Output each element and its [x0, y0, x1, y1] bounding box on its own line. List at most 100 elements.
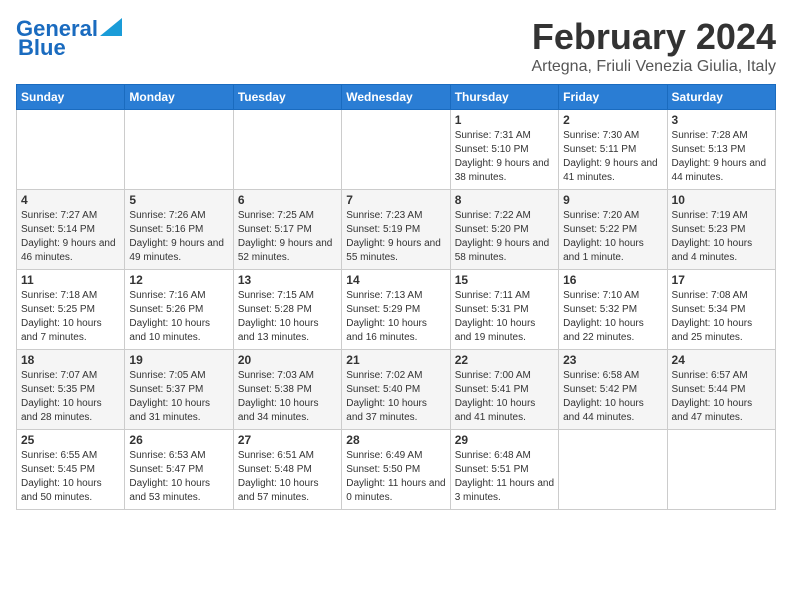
location-subtitle: Artegna, Friuli Venezia Giulia, Italy — [531, 58, 776, 76]
day-content: Sunrise: 7:18 AM Sunset: 5:25 PM Dayligh… — [21, 289, 120, 345]
day-content: Sunrise: 6:58 AM Sunset: 5:42 PM Dayligh… — [563, 369, 662, 425]
day-content: Sunrise: 7:22 AM Sunset: 5:20 PM Dayligh… — [455, 209, 554, 265]
day-number: 14 — [346, 273, 445, 287]
calendar-cell: 20 Sunrise: 7:03 AM Sunset: 5:38 PM Dayli… — [233, 350, 341, 430]
day-number: 13 — [238, 273, 337, 287]
day-content: Sunrise: 7:16 AM Sunset: 5:26 PM Dayligh… — [129, 289, 228, 345]
calendar-cell: 13 Sunrise: 7:15 AM Sunset: 5:28 PM Dayli… — [233, 270, 341, 350]
calendar-body: 1 Sunrise: 7:31 AM Sunset: 5:10 PM Daylig… — [17, 110, 776, 510]
calendar-cell: 24Sunrise: 6:57 AM Sunset: 5:44 PM Dayli… — [667, 350, 775, 430]
day-content: Sunrise: 6:51 AM Sunset: 5:48 PM Dayligh… — [238, 449, 337, 505]
calendar-cell: 4Sunrise: 7:27 AM Sunset: 5:14 PM Daylig… — [17, 190, 125, 270]
day-content: Sunrise: 6:53 AM Sunset: 5:47 PM Dayligh… — [129, 449, 228, 505]
day-content: Sunrise: 7:08 AM Sunset: 5:34 PM Dayligh… — [672, 289, 771, 345]
calendar-cell: 19Sunrise: 7:05 AM Sunset: 5:37 PM Dayli… — [125, 350, 233, 430]
calendar-cell — [17, 110, 125, 190]
day-content: Sunrise: 6:49 AM Sunset: 5:50 PM Dayligh… — [346, 449, 445, 505]
day-content: Sunrise: 6:55 AM Sunset: 5:45 PM Dayligh… — [21, 449, 120, 505]
day-number: 3 — [672, 113, 771, 127]
day-number: 23 — [563, 353, 662, 367]
calendar-week-1: 1 Sunrise: 7:31 AM Sunset: 5:10 PM Daylig… — [17, 110, 776, 190]
day-content: Sunrise: 7:23 AM Sunset: 5:19 PM Dayligh… — [346, 209, 445, 265]
calendar-cell: 5Sunrise: 7:26 AM Sunset: 5:16 PM Daylig… — [125, 190, 233, 270]
day-number: 22 — [455, 353, 554, 367]
calendar-cell: 25 Sunrise: 6:55 AM Sunset: 5:45 PM Dayli… — [17, 430, 125, 510]
calendar-week-4: 18 Sunrise: 7:07 AM Sunset: 5:35 PM Dayli… — [17, 350, 776, 430]
day-number: 17 — [672, 273, 771, 287]
calendar-cell — [342, 110, 450, 190]
day-number: 25 — [21, 433, 120, 447]
calendar-cell: 14Sunrise: 7:13 AM Sunset: 5:29 PM Dayli… — [342, 270, 450, 350]
calendar-cell: 11 Sunrise: 7:18 AM Sunset: 5:25 PM Dayli… — [17, 270, 125, 350]
calendar-cell: 27 Sunrise: 6:51 AM Sunset: 5:48 PM Dayli… — [233, 430, 341, 510]
day-number: 1 — [455, 113, 554, 127]
calendar-cell: 21 Sunrise: 7:02 AM Sunset: 5:40 PM Dayli… — [342, 350, 450, 430]
day-content: Sunrise: 7:02 AM Sunset: 5:40 PM Dayligh… — [346, 369, 445, 425]
calendar-cell: 8 Sunrise: 7:22 AM Sunset: 5:20 PM Daylig… — [450, 190, 558, 270]
day-content: Sunrise: 6:48 AM Sunset: 5:51 PM Dayligh… — [455, 449, 554, 505]
logo: General Blue — [16, 16, 122, 60]
calendar-cell: 9 Sunrise: 7:20 AM Sunset: 5:22 PM Daylig… — [559, 190, 667, 270]
day-number: 28 — [346, 433, 445, 447]
page-header: General Blue February 2024 Artegna, Friu… — [16, 16, 776, 76]
day-content: Sunrise: 7:00 AM Sunset: 5:41 PM Dayligh… — [455, 369, 554, 425]
day-number: 18 — [21, 353, 120, 367]
calendar-cell: 16 Sunrise: 7:10 AM Sunset: 5:32 PM Dayli… — [559, 270, 667, 350]
calendar-cell: 22 Sunrise: 7:00 AM Sunset: 5:41 PM Dayli… — [450, 350, 558, 430]
logo-arrow-icon — [100, 18, 122, 36]
day-number: 19 — [129, 353, 228, 367]
day-content: Sunrise: 7:03 AM Sunset: 5:38 PM Dayligh… — [238, 369, 337, 425]
day-number: 20 — [238, 353, 337, 367]
weekday-header-friday: Friday — [559, 85, 667, 110]
logo-text-blue: Blue — [18, 35, 66, 60]
weekday-header-tuesday: Tuesday — [233, 85, 341, 110]
month-year-title: February 2024 — [531, 16, 776, 58]
day-number: 8 — [455, 193, 554, 207]
calendar-cell: 23 Sunrise: 6:58 AM Sunset: 5:42 PM Dayli… — [559, 350, 667, 430]
day-number: 16 — [563, 273, 662, 287]
calendar-table: SundayMondayTuesdayWednesdayThursdayFrid… — [16, 84, 776, 510]
calendar-cell: 28 Sunrise: 6:49 AM Sunset: 5:50 PM Dayli… — [342, 430, 450, 510]
day-number: 6 — [238, 193, 337, 207]
day-content: Sunrise: 7:31 AM Sunset: 5:10 PM Dayligh… — [455, 129, 554, 185]
day-number: 21 — [346, 353, 445, 367]
calendar-week-2: 4Sunrise: 7:27 AM Sunset: 5:14 PM Daylig… — [17, 190, 776, 270]
day-number: 12 — [129, 273, 228, 287]
calendar-cell: 15 Sunrise: 7:11 AM Sunset: 5:31 PM Dayli… — [450, 270, 558, 350]
day-content: Sunrise: 7:28 AM Sunset: 5:13 PM Dayligh… — [672, 129, 771, 185]
calendar-header-row: SundayMondayTuesdayWednesdayThursdayFrid… — [17, 85, 776, 110]
weekday-header-sunday: Sunday — [17, 85, 125, 110]
title-block: February 2024 Artegna, Friuli Venezia Gi… — [531, 16, 776, 76]
day-content: Sunrise: 7:20 AM Sunset: 5:22 PM Dayligh… — [563, 209, 662, 265]
weekday-header-thursday: Thursday — [450, 85, 558, 110]
calendar-cell: 7Sunrise: 7:23 AM Sunset: 5:19 PM Daylig… — [342, 190, 450, 270]
day-number: 4 — [21, 193, 120, 207]
calendar-cell — [125, 110, 233, 190]
day-number: 29 — [455, 433, 554, 447]
day-number: 9 — [563, 193, 662, 207]
day-number: 24 — [672, 353, 771, 367]
calendar-cell — [559, 430, 667, 510]
day-number: 15 — [455, 273, 554, 287]
calendar-week-5: 25 Sunrise: 6:55 AM Sunset: 5:45 PM Dayli… — [17, 430, 776, 510]
calendar-cell: 3 Sunrise: 7:28 AM Sunset: 5:13 PM Daylig… — [667, 110, 775, 190]
day-content: Sunrise: 7:10 AM Sunset: 5:32 PM Dayligh… — [563, 289, 662, 345]
day-content: Sunrise: 7:19 AM Sunset: 5:23 PM Dayligh… — [672, 209, 771, 265]
calendar-cell: 12 Sunrise: 7:16 AM Sunset: 5:26 PM Dayli… — [125, 270, 233, 350]
day-content: Sunrise: 7:11 AM Sunset: 5:31 PM Dayligh… — [455, 289, 554, 345]
day-number: 11 — [21, 273, 120, 287]
calendar-cell — [233, 110, 341, 190]
calendar-cell: 18 Sunrise: 7:07 AM Sunset: 5:35 PM Dayli… — [17, 350, 125, 430]
day-content: Sunrise: 7:07 AM Sunset: 5:35 PM Dayligh… — [21, 369, 120, 425]
weekday-header-wednesday: Wednesday — [342, 85, 450, 110]
day-content: Sunrise: 7:15 AM Sunset: 5:28 PM Dayligh… — [238, 289, 337, 345]
calendar-cell: 26Sunrise: 6:53 AM Sunset: 5:47 PM Dayli… — [125, 430, 233, 510]
calendar-cell: 1 Sunrise: 7:31 AM Sunset: 5:10 PM Daylig… — [450, 110, 558, 190]
day-number: 2 — [563, 113, 662, 127]
weekday-header-monday: Monday — [125, 85, 233, 110]
day-number: 27 — [238, 433, 337, 447]
calendar-cell: 29 Sunrise: 6:48 AM Sunset: 5:51 PM Dayli… — [450, 430, 558, 510]
calendar-cell: 6Sunrise: 7:25 AM Sunset: 5:17 PM Daylig… — [233, 190, 341, 270]
day-number: 10 — [672, 193, 771, 207]
day-content: Sunrise: 7:30 AM Sunset: 5:11 PM Dayligh… — [563, 129, 662, 185]
